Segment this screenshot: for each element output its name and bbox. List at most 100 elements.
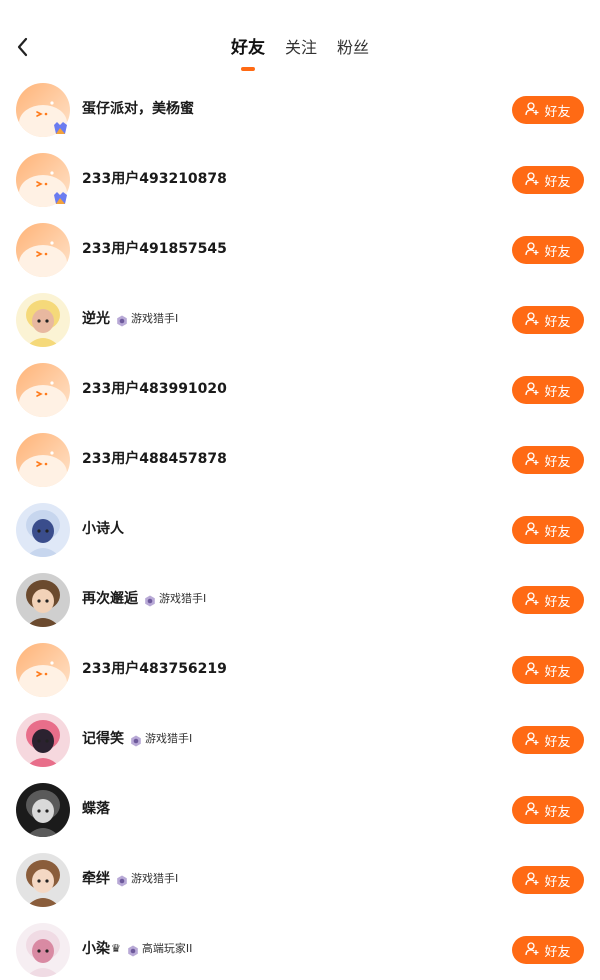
- add-friend-button[interactable]: 好友: [512, 516, 584, 544]
- player-title: 游戏猎手I: [145, 732, 193, 745]
- tab-friends-label: 好友: [230, 38, 265, 58]
- add-friend-label: 好友: [544, 664, 571, 680]
- tab-following[interactable]: 关注: [275, 36, 327, 60]
- player-title: 游戏猎手I: [159, 592, 207, 605]
- add-friend-label: 好友: [544, 874, 571, 890]
- name-line: 233用户488457878: [82, 448, 227, 468]
- friend-row[interactable]: 蛋仔派对，美杨蜜 好友: [0, 70, 600, 140]
- friend-row[interactable]: 再次邂逅 游戏猎手I 好友: [0, 560, 600, 630]
- name-line: 小染 ♛ 高端玩家II: [82, 938, 192, 958]
- add-friend-label: 好友: [544, 594, 571, 610]
- friend-row[interactable]: 记得笑 游戏猎手I 好友: [0, 700, 600, 770]
- name-line: 小诗人: [82, 518, 124, 538]
- avatar[interactable]: [16, 363, 70, 417]
- friend-name: 逆光: [82, 311, 110, 327]
- tab-fans-label: 粉丝: [337, 38, 370, 57]
- avatar[interactable]: [16, 503, 70, 557]
- add-friend-icon: [525, 521, 544, 540]
- crown-icon: ♛: [111, 941, 121, 955]
- add-friend-button[interactable]: 好友: [512, 306, 584, 334]
- name-line: 牵绊 游戏猎手I: [82, 868, 178, 888]
- add-friend-icon: [525, 731, 544, 750]
- friend-list: 蛋仔派对，美杨蜜 好友 233用户493210878 好友 233用户491857545…: [0, 70, 600, 980]
- add-friend-icon: [525, 241, 544, 260]
- friend-name: 小诗人: [82, 521, 124, 537]
- friend-name: 233用户483991020: [82, 381, 227, 397]
- name-line: 记得笑 游戏猎手I: [82, 728, 192, 748]
- friend-name: 蛋仔派对，美杨蜜: [82, 101, 194, 117]
- avatar[interactable]: [16, 923, 70, 977]
- friend-row[interactable]: 233用户483991020 好友: [0, 350, 600, 420]
- friend-row[interactable]: 233用户491857545 好友: [0, 210, 600, 280]
- friend-name: 233用户483756219: [82, 661, 227, 677]
- add-friend-button[interactable]: 好友: [512, 656, 584, 684]
- add-friend-label: 好友: [544, 314, 571, 330]
- name-line: 233用户491857545: [82, 238, 227, 258]
- tab-fans[interactable]: 粉丝: [327, 36, 379, 60]
- name-line: 再次邂逅 游戏猎手I: [82, 588, 206, 608]
- avatar[interactable]: [16, 223, 70, 277]
- game-badge-icon: [53, 120, 68, 134]
- add-friend-button[interactable]: 好友: [512, 376, 584, 404]
- name-line: 蝶落: [82, 798, 110, 818]
- name-line: 233用户493210878: [82, 168, 227, 188]
- add-friend-button[interactable]: 好友: [512, 446, 584, 474]
- game-badge-icon: [53, 190, 68, 204]
- title-badge-icon: [116, 872, 128, 887]
- avatar[interactable]: [16, 783, 70, 837]
- title-badge-icon: [116, 312, 128, 327]
- tab-bar: 好友 关注 粉丝: [0, 36, 600, 71]
- name-line: 逆光 游戏猎手I: [82, 308, 178, 328]
- player-title: 高端玩家II: [141, 942, 193, 955]
- add-friend-button[interactable]: 好友: [512, 866, 584, 894]
- friend-row[interactable]: 小染 ♛ 高端玩家II 好友: [0, 910, 600, 980]
- friend-row[interactable]: 牵绊 游戏猎手I 好友: [0, 840, 600, 910]
- friend-row[interactable]: 逆光 游戏猎手I 好友: [0, 280, 600, 350]
- add-friend-label: 好友: [544, 454, 571, 470]
- friend-name: 小染: [82, 941, 110, 957]
- add-friend-icon: [525, 591, 544, 610]
- add-friend-icon: [525, 101, 544, 120]
- add-friend-label: 好友: [544, 734, 571, 750]
- friend-row[interactable]: 233用户488457878 好友: [0, 420, 600, 490]
- player-title: 游戏猎手I: [131, 312, 179, 325]
- friend-name: 再次邂逅: [82, 591, 138, 607]
- add-friend-button[interactable]: 好友: [512, 166, 584, 194]
- add-friend-button[interactable]: 好友: [512, 586, 584, 614]
- add-friend-icon: [525, 381, 544, 400]
- add-friend-button[interactable]: 好友: [512, 796, 584, 824]
- friend-name: 233用户493210878: [82, 171, 227, 187]
- add-friend-label: 好友: [544, 104, 571, 120]
- add-friend-label: 好友: [544, 524, 571, 540]
- tab-following-label: 关注: [284, 38, 317, 57]
- add-friend-button[interactable]: 好友: [512, 236, 584, 264]
- add-friend-icon: [525, 171, 544, 190]
- add-friend-button[interactable]: 好友: [512, 96, 584, 124]
- title-badge-icon: [127, 942, 139, 957]
- name-line: 233用户483991020: [82, 378, 227, 398]
- player-title: 游戏猎手I: [131, 872, 179, 885]
- add-friend-icon: [525, 801, 544, 820]
- add-friend-label: 好友: [544, 174, 571, 190]
- avatar[interactable]: [16, 293, 70, 347]
- avatar[interactable]: [16, 853, 70, 907]
- add-friend-icon: [525, 661, 544, 680]
- friend-name: 233用户488457878: [82, 451, 227, 467]
- avatar[interactable]: [16, 713, 70, 767]
- name-line: 蛋仔派对，美杨蜜: [82, 98, 194, 118]
- tab-friends[interactable]: 好友: [221, 36, 275, 71]
- add-friend-label: 好友: [544, 804, 571, 820]
- add-friend-icon: [525, 451, 544, 470]
- friend-row[interactable]: 蝶落 好友: [0, 770, 600, 840]
- add-friend-label: 好友: [544, 944, 571, 960]
- top-bar: 好友 关注 粉丝: [0, 0, 600, 71]
- friend-row[interactable]: 233用户483756219 好友: [0, 630, 600, 700]
- avatar[interactable]: [16, 573, 70, 627]
- title-badge-icon: [144, 592, 156, 607]
- avatar[interactable]: [16, 643, 70, 697]
- friend-name: 233用户491857545: [82, 241, 227, 257]
- avatar[interactable]: [16, 433, 70, 487]
- friend-row[interactable]: 233用户493210878 好友: [0, 140, 600, 210]
- friend-row[interactable]: 小诗人 好友: [0, 490, 600, 560]
- add-friend-button[interactable]: 好友: [512, 726, 584, 754]
